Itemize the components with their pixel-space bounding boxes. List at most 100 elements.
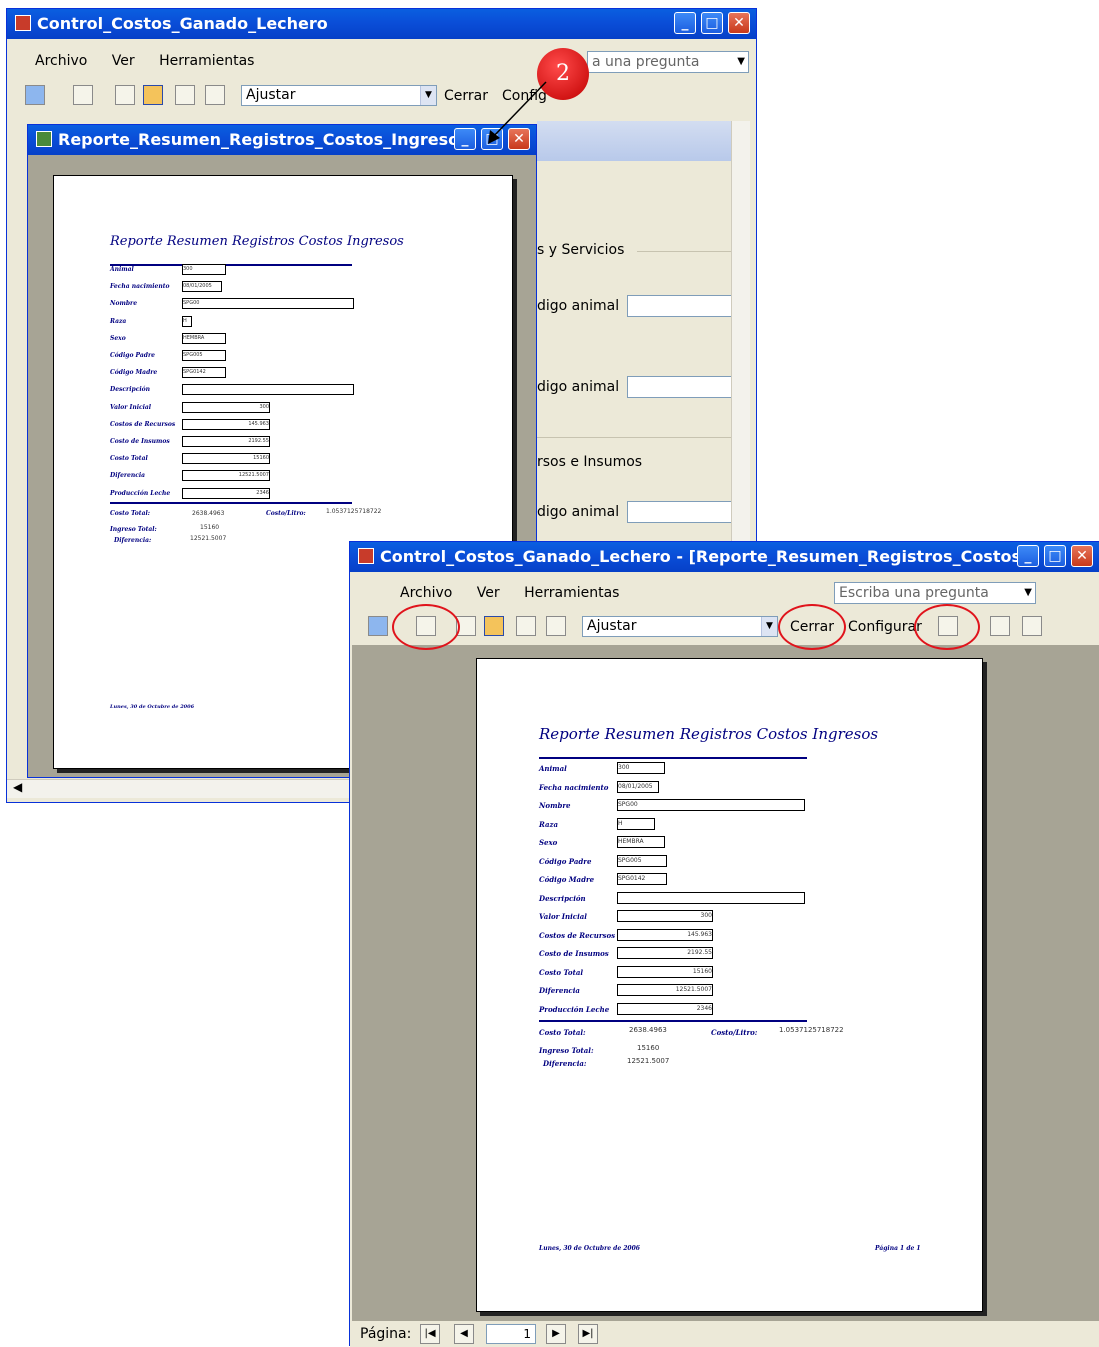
maximize-icon: □ — [1048, 548, 1062, 564]
field-label: Costo de Insumos — [539, 949, 609, 958]
animal-code-combo[interactable] — [627, 501, 733, 523]
field-value: SPG005 — [617, 854, 667, 867]
animal-code-combo[interactable] — [627, 295, 733, 317]
ingreso-total-value: 15160 — [200, 524, 220, 531]
footer-date: Lunes, 30 de Octubre de 2006 — [539, 1245, 640, 1252]
multiple-pages-icon[interactable] — [205, 85, 225, 105]
field-value — [182, 384, 354, 396]
maximize-button[interactable]: □ — [1044, 545, 1066, 567]
ask-question-field[interactable]: a una pregunta ▼ — [587, 51, 749, 73]
costo-litro-value: 1.0537125718722 — [779, 1026, 844, 1034]
last-page-button[interactable]: ▶| — [578, 1324, 598, 1344]
new-object-icon[interactable] — [1022, 616, 1042, 636]
field-label: Código Padre — [110, 352, 155, 359]
form-field-label: digo animal — [537, 379, 620, 395]
field-value: 300 — [182, 401, 270, 413]
minimize-button[interactable]: _ — [454, 128, 476, 150]
field-value — [617, 891, 805, 904]
report-title: Reporte Resumen Registros Costos Ingreso… — [539, 725, 879, 743]
highlight-ring-print — [392, 604, 460, 650]
report-icon — [36, 131, 52, 147]
field-label: Animal — [539, 764, 567, 773]
page-navigation-bar: Página: |◀ ◀ 1 ▶ ▶| — [350, 1321, 1099, 1347]
print-icon[interactable] — [73, 85, 93, 105]
menu-ver[interactable]: Ver — [477, 585, 500, 601]
field-label: Código Madre — [539, 875, 595, 884]
menu-herramientas[interactable]: Herramientas — [159, 53, 254, 69]
form-area: s y Servicios digo animal digo animal rs… — [537, 121, 733, 544]
field-value: 15160 — [182, 453, 270, 465]
costo-total-value: 2638.4963 — [629, 1026, 667, 1034]
front-window: Control_Costos_Ganado_Lechero - [Reporte… — [349, 541, 1099, 1347]
chevron-down-icon[interactable]: ▼ — [761, 617, 777, 636]
zoom-combo[interactable]: Ajustar ▼ — [241, 85, 437, 106]
field-label: Costo Total — [110, 455, 148, 463]
back-window-titlebar[interactable]: Control_Costos_Ganado_Lechero _ □ ✕ — [7, 9, 756, 39]
inner-window-titlebar[interactable]: Reporte_Resumen_Registros_Costos_Ingreso… — [28, 125, 536, 155]
field-label: Animal — [110, 266, 134, 273]
inner-window-title: Reporte_Resumen_Registros_Costos_Ingreso… — [58, 130, 469, 149]
minimize-button[interactable]: _ — [1017, 545, 1039, 567]
field-label: Sexo — [539, 838, 558, 847]
first-page-button[interactable]: |◀ — [420, 1324, 440, 1344]
field-value: H — [182, 315, 192, 327]
form-section-label: s y Servicios — [537, 242, 625, 258]
diferencia-value: 12521.5007 — [190, 535, 227, 542]
menu-ver[interactable]: Ver — [112, 53, 135, 69]
menu-herramientas[interactable]: Herramientas — [524, 585, 619, 601]
database-window-icon[interactable] — [990, 616, 1010, 636]
field-value: HEMBRA — [182, 332, 226, 344]
close-icon: ✕ — [1076, 548, 1088, 564]
callout-number: 2 — [556, 61, 570, 86]
zoom-icon[interactable] — [115, 85, 135, 105]
scroll-left-icon[interactable]: ◀ — [13, 780, 22, 794]
form-field-label: digo animal — [537, 298, 620, 314]
field-value: HEMBRA — [617, 836, 665, 848]
maximize-button[interactable]: □ — [701, 12, 723, 34]
footer-date: Lunes, 30 de Octubre de 2006 — [110, 704, 195, 710]
close-icon: ✕ — [733, 15, 745, 31]
close-button[interactable]: ✕ — [728, 12, 750, 34]
ask-question-field[interactable]: Escriba una pregunta ▼ — [834, 582, 1036, 604]
field-value: 12521.5007 — [617, 984, 713, 996]
minimize-icon: _ — [461, 131, 469, 147]
one-page-icon[interactable] — [143, 85, 163, 105]
field-value: 08/01/2005 — [182, 281, 222, 293]
two-pages-icon[interactable] — [175, 85, 195, 105]
page-number-input[interactable]: 1 — [486, 1324, 536, 1344]
access-app-icon — [15, 15, 31, 31]
one-page-icon[interactable] — [484, 616, 504, 636]
form-section-line — [537, 437, 731, 438]
two-pages-icon[interactable] — [516, 616, 536, 636]
animal-code-combo[interactable] — [627, 376, 733, 398]
field-label: Costos de Recursos — [539, 930, 616, 940]
diferencia-label: Diferencia: — [543, 1059, 587, 1068]
vertical-scrollbar[interactable] — [731, 121, 750, 544]
chevron-down-icon[interactable]: ▼ — [1024, 583, 1032, 603]
design-view-icon[interactable] — [368, 616, 388, 636]
chevron-down-icon[interactable]: ▼ — [737, 52, 745, 72]
menu-archivo[interactable]: Archivo — [400, 585, 452, 601]
footer-page: Página 1 de 1 — [875, 1245, 921, 1252]
close-button[interactable]: ✕ — [1071, 545, 1093, 567]
configurar-button[interactable]: Configurar — [848, 612, 922, 642]
back-toolbar: Ajustar ▼ Cerrar Config — [7, 81, 756, 111]
field-label: Costos de Recursos — [110, 420, 176, 428]
diferencia-label: Diferencia: — [114, 537, 152, 544]
field-label: Descripción — [110, 386, 150, 394]
chevron-down-icon[interactable]: ▼ — [420, 86, 436, 105]
field-label: Producción Leche — [110, 489, 171, 497]
front-window-titlebar[interactable]: Control_Costos_Ganado_Lechero - [Reporte… — [350, 542, 1099, 572]
multiple-pages-icon[interactable] — [546, 616, 566, 636]
costo-litro-label: Costo/Litro: — [711, 1028, 758, 1037]
menu-archivo[interactable]: Archivo — [35, 53, 87, 69]
field-value: 300 — [617, 762, 665, 774]
field-value: 15160 — [617, 965, 713, 978]
field-value: 300 — [617, 910, 713, 922]
costo-total-value: 2638.4963 — [192, 510, 225, 517]
design-view-icon[interactable] — [25, 85, 45, 105]
next-page-button[interactable]: ▶ — [546, 1324, 566, 1344]
minimize-button[interactable]: _ — [674, 12, 696, 34]
zoom-combo[interactable]: Ajustar ▼ — [582, 616, 778, 637]
prev-page-button[interactable]: ◀ — [454, 1324, 474, 1344]
